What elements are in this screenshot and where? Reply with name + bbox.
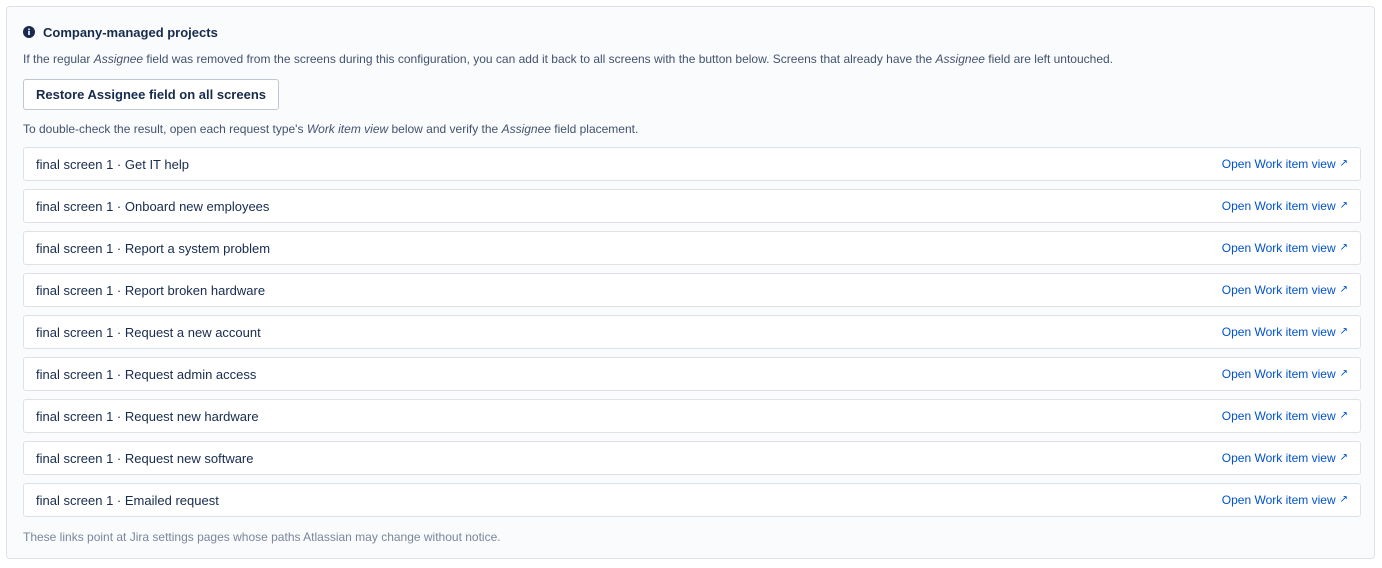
hint-text: field placement. [550, 122, 639, 136]
external-link-icon: ↗ [1339, 242, 1348, 253]
hint-text: below and verify the [388, 122, 502, 136]
info-icon [23, 26, 35, 38]
open-work-item-view-link[interactable]: Open Work item view ↗ [1222, 451, 1348, 465]
link-label: Open Work item view [1221, 367, 1336, 381]
request-type-label: final screen 1 · Request new software [36, 450, 254, 466]
request-type-label: final screen 1 · Report broken hardware [36, 282, 266, 298]
request-type-label: final screen 1 · Report a system problem [36, 240, 271, 256]
description-emphasis: Assignee [935, 52, 985, 66]
hint-emphasis: Assignee [501, 122, 551, 136]
request-type-label: final screen 1 · Emailed request [36, 492, 219, 508]
description-emphasis: Assignee [93, 52, 144, 66]
list-item: final screen 1 · Get IT help Open Work it… [23, 147, 1361, 181]
open-work-item-view-link[interactable]: Open Work item view ↗ [1222, 493, 1348, 507]
description-text: If the regular [23, 52, 94, 66]
section-header: Company-managed projects [23, 24, 218, 40]
list-item: final screen 1 · Onboard new employees Op… [23, 189, 1361, 223]
external-link-icon: ↗ [1339, 158, 1348, 169]
restore-assignee-button[interactable]: Restore Assignee field on all screens [23, 79, 279, 110]
link-label: Open Work item view [1221, 241, 1336, 255]
list-item: final screen 1 · Report a system problem… [23, 231, 1361, 265]
external-link-icon: ↗ [1339, 284, 1348, 295]
section-title: Company-managed projects [43, 24, 218, 40]
request-type-list: final screen 1 · Get IT help Open Work it… [23, 147, 1361, 525]
section-description: If the regular Assignee field was remove… [23, 52, 1113, 66]
description-text: field was removed from the screens durin… [143, 52, 936, 66]
open-work-item-view-link[interactable]: Open Work item view ↗ [1222, 283, 1348, 297]
request-type-label: final screen 1 · Onboard new employees [36, 198, 270, 214]
link-label: Open Work item view [1221, 199, 1336, 213]
open-work-item-view-link[interactable]: Open Work item view ↗ [1222, 199, 1348, 213]
open-work-item-view-link[interactable]: Open Work item view ↗ [1222, 325, 1348, 339]
company-managed-projects-panel: Company-managed projects If the regular … [6, 6, 1375, 559]
link-label: Open Work item view [1221, 451, 1336, 465]
link-label: Open Work item view [1221, 409, 1336, 423]
request-type-label: final screen 1 · Request new hardware [36, 408, 259, 424]
list-item: final screen 1 · Emailed request Open Wor… [23, 483, 1361, 517]
verification-hint: To double-check the result, open each re… [23, 122, 638, 136]
external-link-icon: ↗ [1339, 326, 1348, 337]
open-work-item-view-link[interactable]: Open Work item view ↗ [1222, 241, 1348, 255]
list-item: final screen 1 · Request admin access Ope… [23, 357, 1361, 391]
list-item: final screen 1 · Report broken hardware O… [23, 273, 1361, 307]
list-item: final screen 1 · Request a new account Op… [23, 315, 1361, 349]
open-work-item-view-link[interactable]: Open Work item view ↗ [1222, 157, 1348, 171]
external-link-icon: ↗ [1339, 368, 1348, 379]
open-work-item-view-link[interactable]: Open Work item view ↗ [1222, 367, 1348, 381]
link-label: Open Work item view [1221, 493, 1336, 507]
hint-emphasis: Work item view [306, 122, 389, 136]
open-work-item-view-link[interactable]: Open Work item view ↗ [1222, 409, 1348, 423]
hint-text: To double-check the result, open each re… [23, 122, 307, 136]
external-link-icon: ↗ [1339, 494, 1348, 505]
external-link-icon: ↗ [1339, 452, 1348, 463]
footer-note: These links point at Jira settings pages… [23, 530, 501, 544]
external-link-icon: ↗ [1339, 410, 1348, 421]
description-text: field are left untouched. [984, 52, 1114, 66]
link-label: Open Work item view [1221, 157, 1336, 171]
list-item: final screen 1 · Request new software Ope… [23, 441, 1361, 475]
request-type-label: final screen 1 · Get IT help [36, 156, 189, 172]
request-type-label: final screen 1 · Request admin access [36, 366, 257, 382]
request-type-label: final screen 1 · Request a new account [36, 324, 261, 340]
external-link-icon: ↗ [1339, 200, 1348, 211]
list-item: final screen 1 · Request new hardware Ope… [23, 399, 1361, 433]
link-label: Open Work item view [1221, 325, 1336, 339]
link-label: Open Work item view [1221, 283, 1336, 297]
